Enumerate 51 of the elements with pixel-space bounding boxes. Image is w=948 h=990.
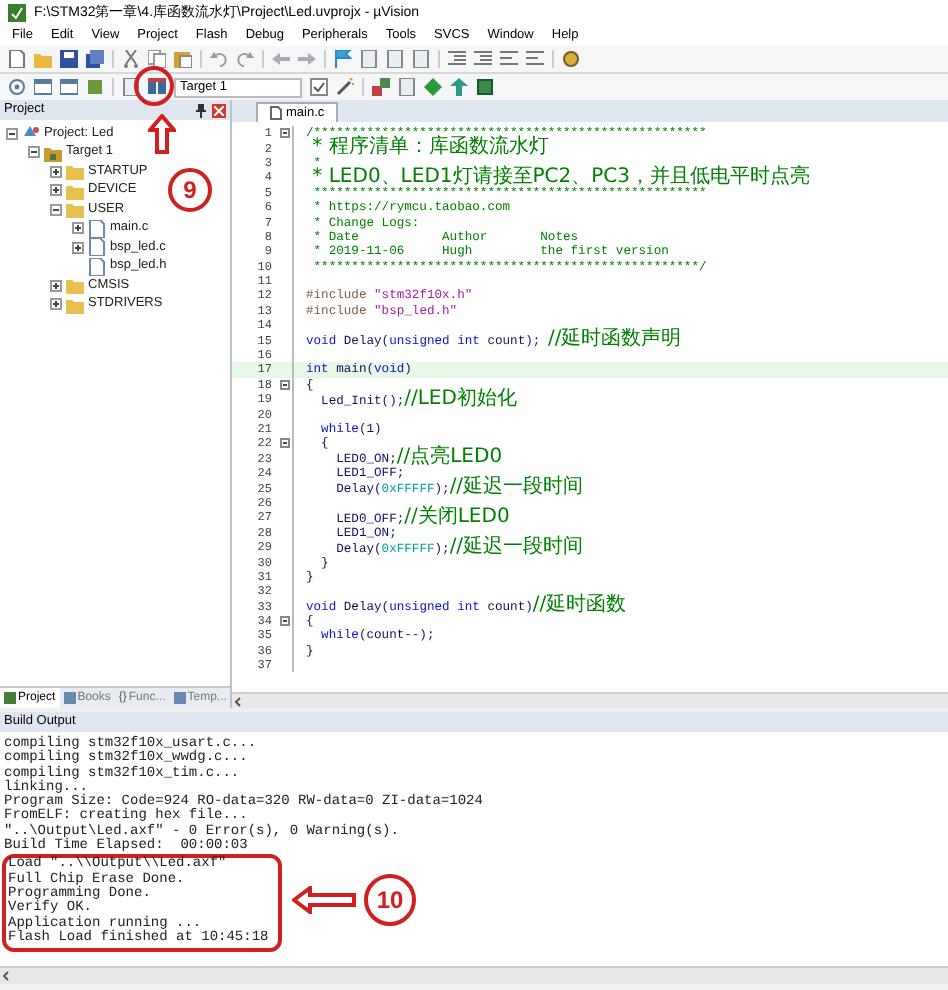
target-folder-icon (44, 143, 62, 162)
file-icon (270, 106, 282, 120)
collapse-icon[interactable] (28, 146, 40, 159)
fold-icon[interactable] (279, 438, 289, 449)
up-arrow-icon (148, 114, 176, 154)
window-icon[interactable] (60, 78, 78, 96)
new-file-icon[interactable] (8, 50, 26, 68)
expand-icon[interactable] (50, 165, 62, 178)
tab-icon (173, 692, 186, 704)
target-icon[interactable] (8, 78, 26, 96)
collapse-icon[interactable] (6, 127, 18, 140)
tab-icon (4, 692, 16, 704)
fold-icon[interactable] (279, 128, 289, 139)
magic-wand-icon[interactable] (336, 78, 354, 96)
diamond-icon[interactable] (424, 78, 442, 96)
comment-icon[interactable] (500, 50, 518, 68)
indent-icon[interactable] (474, 50, 492, 68)
left-arrow-icon (292, 886, 356, 914)
tab-icon (63, 692, 76, 704)
comment-icon[interactable] (526, 50, 544, 68)
expand-icon[interactable] (50, 298, 62, 311)
fold-icon[interactable] (279, 379, 289, 390)
close-icon (214, 105, 224, 115)
expand-icon[interactable] (72, 222, 84, 235)
cut-icon[interactable] (122, 50, 140, 68)
gear-icon[interactable] (562, 50, 580, 68)
horizontal-scrollbar[interactable] (0, 966, 948, 984)
pin-icon[interactable] (196, 103, 206, 117)
arrow-icon[interactable] (450, 78, 468, 96)
flag-icon[interactable] (334, 50, 352, 68)
close-button[interactable] (212, 103, 226, 117)
expand-icon[interactable] (50, 184, 62, 197)
collapse-icon[interactable] (50, 203, 62, 216)
code-line: * 程序清单：库函数流水灯 (312, 140, 549, 157)
fold-icon[interactable] (279, 616, 289, 627)
window-icon[interactable] (34, 78, 52, 96)
horizontal-scrollbar[interactable] (232, 692, 948, 708)
checkbox-icon[interactable] (310, 78, 328, 96)
undo-icon[interactable] (210, 50, 228, 68)
copy-icon[interactable] (148, 50, 166, 68)
save-all-icon[interactable] (86, 50, 104, 68)
code-line: * LED0、LED1灯请接至PC2、PC3，并且低电平时点亮 (310, 169, 811, 186)
expand-icon[interactable] (72, 241, 84, 254)
save-icon[interactable] (60, 50, 78, 68)
redo-icon[interactable] (236, 50, 254, 68)
scroll-left-icon[interactable] (232, 695, 244, 707)
expand-icon[interactable] (50, 279, 62, 292)
indent-icon[interactable] (448, 50, 466, 68)
paste-icon[interactable] (174, 50, 192, 68)
scroll-left-icon[interactable] (0, 970, 12, 982)
build-icon[interactable] (148, 78, 166, 96)
